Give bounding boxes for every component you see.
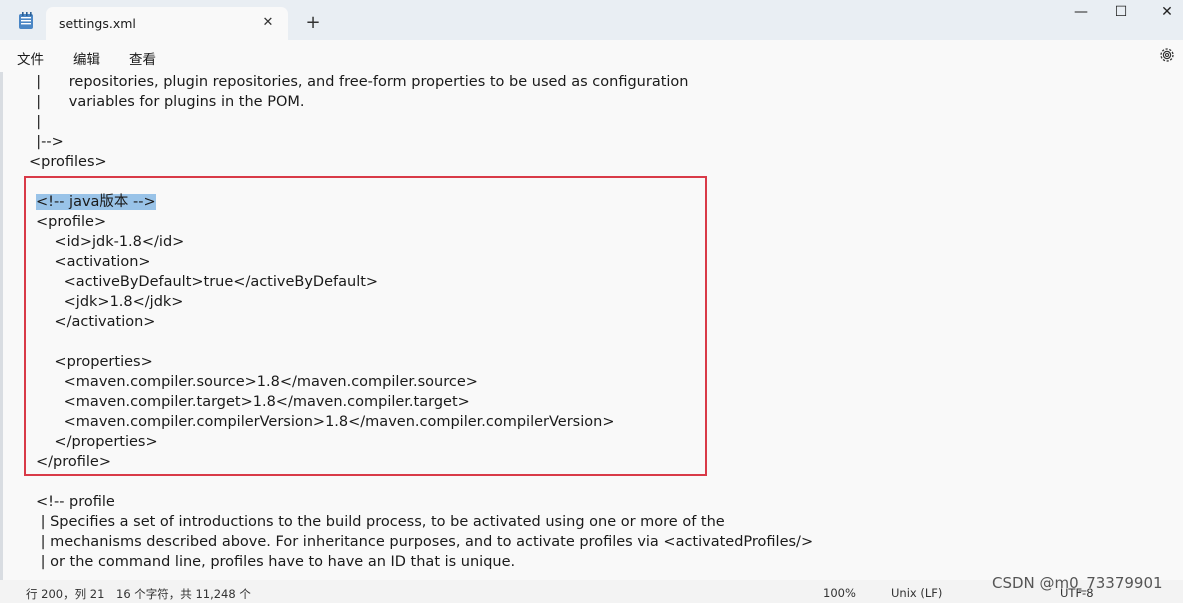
- highlight-box: [24, 176, 707, 476]
- zoom-level[interactable]: 100%: [823, 586, 856, 600]
- tab-title: settings.xml: [59, 16, 136, 31]
- tab-settings-xml[interactable]: settings.xml ✕: [46, 7, 288, 40]
- notepad-icon: [19, 12, 33, 29]
- editor-line: |: [27, 114, 42, 130]
- title-bar: settings.xml ✕ + — ☐ ✕: [0, 0, 1183, 40]
- gear-icon[interactable]: [1158, 46, 1176, 64]
- new-tab-icon[interactable]: +: [302, 12, 324, 34]
- editor-line: | mechanisms described above. For inheri…: [36, 534, 814, 550]
- menu-view[interactable]: 查看: [129, 48, 156, 68]
- character-count: 16 个字符，共 11,248 个: [116, 587, 251, 601]
- text-editor[interactable]: | repositories, plugin repositories, and…: [0, 72, 1183, 580]
- menu-bar: 文件 编辑 查看: [0, 40, 1183, 72]
- tab-close-icon[interactable]: ✕: [258, 13, 278, 33]
- cursor-position: 行 200，列 21: [26, 587, 105, 601]
- editor-line: | repositories, plugin repositories, and…: [27, 74, 689, 90]
- menu-file[interactable]: 文件: [17, 48, 44, 68]
- editor-line: | or the command line, profiles have to …: [36, 554, 516, 570]
- editor-line: | variables for plugins in the POM.: [27, 94, 305, 110]
- line-ending[interactable]: Unix (LF): [891, 586, 942, 600]
- editor-line: | Specifies a set of introductions to th…: [36, 514, 725, 530]
- editor-line: |-->: [27, 134, 64, 150]
- watermark: CSDN @m0_73379901: [992, 574, 1163, 592]
- maximize-icon[interactable]: ☐: [1098, 0, 1144, 26]
- menu-edit[interactable]: 编辑: [73, 48, 100, 68]
- editor-line: <profiles>: [29, 154, 107, 170]
- editor-line: <!-- profile: [36, 494, 115, 510]
- window-close-icon[interactable]: ✕: [1144, 0, 1183, 26]
